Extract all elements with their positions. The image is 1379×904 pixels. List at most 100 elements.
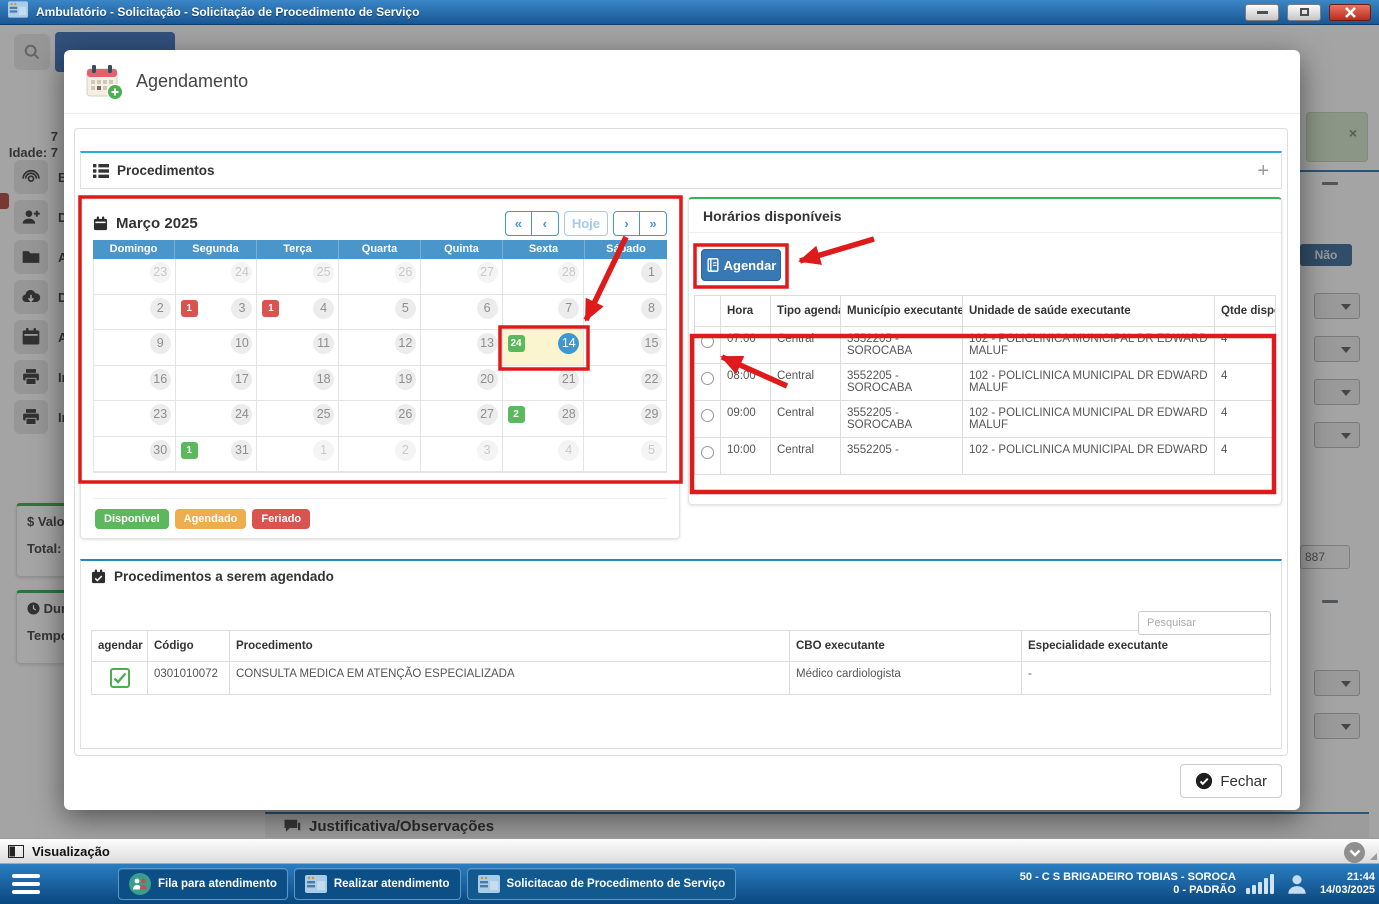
calendar-day-cell[interactable]: 228 bbox=[503, 401, 585, 437]
calendar-day-cell[interactable]: 15 bbox=[584, 330, 666, 366]
calendar-day-cell[interactable]: 2 bbox=[339, 437, 421, 473]
calendar-day-cell[interactable]: 14 bbox=[257, 295, 339, 331]
calendar-day-cell[interactable]: 12 bbox=[339, 330, 421, 366]
agendado-column-header: CBO executante bbox=[790, 631, 1022, 662]
horario-row[interactable]: 07:00Central3552205 - SOROCABA102 - POLI… bbox=[695, 327, 1276, 364]
calendar-day-cell[interactable]: 11 bbox=[257, 330, 339, 366]
search-input[interactable] bbox=[1138, 611, 1271, 635]
slot-radio[interactable] bbox=[701, 335, 714, 348]
maximize-button[interactable] bbox=[1287, 4, 1321, 21]
calendar-day-cell[interactable]: 24 bbox=[176, 401, 258, 437]
calendar-day-cell[interactable]: 131 bbox=[176, 437, 258, 473]
slot-municipio: 3552205 - SOROCABA bbox=[841, 327, 963, 364]
expand-procedimentos-button[interactable]: + bbox=[1257, 161, 1269, 181]
calendar-month-title: Março 2025 bbox=[116, 215, 198, 232]
slot-radio[interactable] bbox=[701, 446, 714, 459]
calendar-day-number: 13 bbox=[477, 333, 498, 354]
health-unit-name: 50 - C S BRIGADEIRO TOBIAS - SOROCA bbox=[1020, 871, 1236, 884]
menu-hamburger-button[interactable] bbox=[12, 874, 40, 894]
taskbar-item-label: Fila para atendimento bbox=[158, 878, 277, 890]
calendar-day-number: 21 bbox=[558, 369, 579, 390]
fechar-button[interactable]: Fechar bbox=[1180, 764, 1282, 798]
prev-year-button[interactable]: « bbox=[505, 211, 532, 236]
calendar-day-cell[interactable]: 2 bbox=[94, 295, 176, 331]
procedure-checkbox[interactable] bbox=[110, 668, 130, 688]
horario-row[interactable]: 09:00Central3552205 - SOROCABA102 - POLI… bbox=[695, 401, 1276, 438]
procedure-check-cell bbox=[92, 662, 148, 695]
calendar-day-number: 14 bbox=[558, 333, 579, 354]
calendar-day-cell[interactable]: 10 bbox=[176, 330, 258, 366]
calendar-day-cell[interactable]: 26 bbox=[339, 401, 421, 437]
calendar-day-cell[interactable]: 6 bbox=[421, 295, 503, 331]
modal-title: Agendamento bbox=[136, 71, 248, 92]
horario-row[interactable]: 10:00Central3552205 -102 - POLICLINICA M… bbox=[695, 438, 1276, 475]
calendar-day-cell[interactable]: 24 bbox=[176, 259, 258, 295]
calendar-day-cell[interactable]: 8 bbox=[584, 295, 666, 331]
slot-qtde: 4 bbox=[1215, 401, 1276, 438]
today-button[interactable]: Hoje bbox=[564, 211, 608, 236]
calendar-day-cell[interactable]: 16 bbox=[94, 366, 176, 402]
calendar-day-cell[interactable]: 17 bbox=[176, 366, 258, 402]
calendar-day-cell[interactable]: 13 bbox=[176, 295, 258, 331]
calendar-day-number: 5 bbox=[395, 298, 416, 319]
close-button[interactable] bbox=[1329, 4, 1371, 21]
calendar-day-cell[interactable]: 7 bbox=[503, 295, 585, 331]
calendar-day-cell[interactable]: 23 bbox=[94, 401, 176, 437]
calendar-day-cell[interactable]: 1 bbox=[584, 259, 666, 295]
calendar-day-cell[interactable]: 4 bbox=[503, 437, 585, 473]
taskbar-item-1[interactable]: Fila para atendimento bbox=[118, 868, 288, 900]
slot-radio-cell bbox=[695, 327, 721, 364]
slot-tipo: Central bbox=[771, 438, 841, 475]
calendar-day-cell[interactable]: 19 bbox=[339, 366, 421, 402]
next-year-button[interactable]: » bbox=[640, 211, 667, 236]
calendar-day-badge: 1 bbox=[262, 300, 279, 317]
calendar-day-cell[interactable]: 25 bbox=[257, 401, 339, 437]
calendar-day-cell[interactable]: 18 bbox=[257, 366, 339, 402]
calendar-day-cell[interactable]: 25 bbox=[257, 259, 339, 295]
calendar-day-cell[interactable]: 22 bbox=[584, 366, 666, 402]
calendar-day-cell[interactable]: 21 bbox=[503, 366, 585, 402]
taskbar-item-label: Realizar atendimento bbox=[334, 878, 450, 890]
calendar-day-cell[interactable]: 30 bbox=[94, 437, 176, 473]
taskbar-item-3[interactable]: Solicitacao de Procedimento de Serviço bbox=[467, 868, 737, 900]
slot-qtde: 4 bbox=[1215, 364, 1276, 401]
calendar-day-cell[interactable]: 3 bbox=[421, 437, 503, 473]
calendar-day-cell[interactable]: 2414 bbox=[503, 330, 585, 366]
calendar-day-cell[interactable]: 29 bbox=[584, 401, 666, 437]
horario-row[interactable]: 08:00Central3552205 - SOROCABA102 - POLI… bbox=[695, 364, 1276, 401]
procedure-row[interactable]: 0301010072CONSULTA MEDICA EM ATENÇÃO ESP… bbox=[92, 662, 1271, 695]
calendar-day-number: 6 bbox=[477, 298, 498, 319]
user-icon[interactable] bbox=[1284, 871, 1310, 897]
calendar-day-cell[interactable]: 27 bbox=[421, 259, 503, 295]
horarios-title: Horários disponíveis bbox=[689, 199, 1281, 233]
fechar-label: Fechar bbox=[1220, 773, 1267, 790]
calendar-day-cell[interactable]: 5 bbox=[339, 295, 421, 331]
calendar-day-badge: 1 bbox=[181, 300, 198, 317]
calendar-day-number: 1 bbox=[313, 440, 334, 461]
list-icon bbox=[93, 164, 109, 178]
calendar-day-cell[interactable]: 13 bbox=[421, 330, 503, 366]
slot-radio[interactable] bbox=[701, 372, 714, 385]
calendar-icon bbox=[93, 216, 108, 231]
calendar-day-cell[interactable]: 28 bbox=[503, 259, 585, 295]
next-month-button[interactable]: › bbox=[613, 211, 640, 236]
minimize-button[interactable] bbox=[1245, 4, 1279, 21]
calendar-day-cell[interactable]: 26 bbox=[339, 259, 421, 295]
collapse-chevron-button[interactable] bbox=[1344, 842, 1365, 863]
calendar-day-cell[interactable]: 9 bbox=[94, 330, 176, 366]
prev-month-button[interactable]: ‹ bbox=[532, 211, 559, 236]
slot-radio[interactable] bbox=[701, 409, 714, 422]
calendar-day-cell[interactable]: 1 bbox=[257, 437, 339, 473]
calendar-day-cell[interactable]: 27 bbox=[421, 401, 503, 437]
calendar-day-number: 25 bbox=[313, 404, 334, 425]
calendar-day-cell[interactable]: 20 bbox=[421, 366, 503, 402]
calendar-day-cell[interactable]: 23 bbox=[94, 259, 176, 295]
close-icon bbox=[1344, 7, 1357, 18]
slot-radio-cell bbox=[695, 401, 721, 438]
agendar-button[interactable]: Agendar bbox=[701, 249, 781, 281]
agendar-label: Agendar bbox=[724, 258, 777, 273]
calendar-day-number: 20 bbox=[477, 369, 498, 390]
taskbar-item-2[interactable]: Realizar atendimento bbox=[294, 868, 461, 900]
calendar-day-cell[interactable]: 5 bbox=[584, 437, 666, 473]
resize-grip[interactable] bbox=[1370, 853, 1377, 860]
